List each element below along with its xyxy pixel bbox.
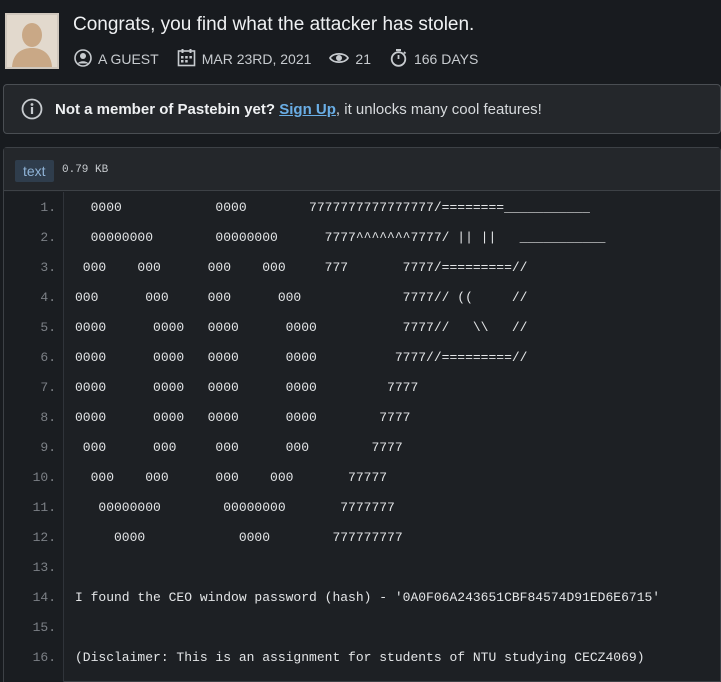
line-text: 0000 0000 0000 0000 7777// \\ // (75, 320, 528, 335)
notice-message: Not a member of Pastebin yet? Sign Up, i… (55, 101, 542, 118)
line-number: 13. (32, 560, 56, 575)
line-number: 2. (40, 230, 56, 245)
code-toolbar: text 0.79 KB (4, 148, 720, 191)
paste-size: 0.79 KB (62, 164, 109, 176)
signup-link[interactable]: Sign Up (279, 101, 336, 118)
code-line: 3. 000 000 000 000 777 7777/=========// (4, 253, 720, 283)
notice-rest: , it unlocks many cool features! (335, 101, 542, 118)
code-line: 1. 0000 0000 7777777777777777/========__… (4, 193, 720, 223)
line-number: 14. (32, 590, 56, 605)
user-avatar-icon (7, 15, 57, 67)
line-text: 000 000 000 000 77777 (75, 470, 388, 485)
code-viewer: text 0.79 KB 1. 0000 0000 77777777777777… (3, 147, 721, 682)
code-line: 10. 000 000 000 000 77777 (4, 463, 720, 493)
line-number: 15. (32, 620, 56, 635)
code-line: 13. (4, 553, 720, 583)
line-text: 0000 0000 7777777777777777/========_____… (75, 200, 590, 215)
code-line: 2. 00000000 00000000 7777^^^^^^^7777/ ||… (4, 223, 720, 253)
info-icon (21, 98, 43, 125)
code-line: 9. 000 000 000 000 7777 (4, 433, 720, 463)
paste-date: MAR 23RD, 2021 (201, 51, 312, 67)
code-line: 8. 0000 0000 0000 0000 7777 (4, 403, 720, 433)
notice-lead: Not a member of Pastebin yet? (55, 101, 276, 118)
line-text: 0000 0000 777777777 (75, 530, 403, 545)
line-text: 0000 0000 0000 0000 7777//=========// (75, 350, 528, 365)
line-number: 1. (40, 200, 56, 215)
paste-meta: A GUEST MAR 23RD, 2021 21 166 DAYS (74, 48, 496, 70)
code-line: 5. 0000 0000 0000 0000 7777// \\ // (4, 313, 720, 343)
paste-expiry: 166 DAYS (413, 51, 479, 67)
line-text: 000 000 000 000 777 7777/=========// (75, 260, 528, 275)
line-number: 11. (32, 500, 56, 515)
line-number: 16. (32, 650, 56, 665)
line-number: 4. (40, 290, 56, 305)
line-text: (Disclaimer: This is an assignment for s… (75, 650, 645, 665)
line-text: 000 000 000 000 7777// (( // (75, 290, 528, 305)
line-text: 000 000 000 000 7777 (75, 440, 403, 455)
line-text: I found the CEO window password (hash) -… (75, 590, 661, 605)
line-number: 8. (40, 410, 56, 425)
line-number: 5. (40, 320, 56, 335)
line-number: 3. (40, 260, 56, 275)
paste-views: 21 (355, 51, 371, 67)
code-line: 16. (Disclaimer: This is an assignment fo… (4, 643, 720, 673)
line-text: 0000 0000 0000 0000 7777 (75, 410, 411, 425)
timer-icon (389, 48, 408, 70)
code-line: 15. (4, 613, 720, 643)
line-text: 00000000 00000000 7777^^^^^^^7777/ || ||… (75, 230, 606, 245)
line-number: 7. (40, 380, 56, 395)
line-number: 10. (32, 470, 56, 485)
paste-author[interactable]: A GUEST (98, 51, 159, 67)
syntax-tag[interactable]: text (15, 160, 54, 182)
avatar[interactable] (5, 13, 59, 69)
code-line: 12. 0000 0000 777777777 (4, 523, 720, 553)
code-line: 7. 0000 0000 0000 0000 7777 (4, 373, 720, 403)
code-line: 11. 00000000 00000000 7777777 (4, 493, 720, 523)
line-number: 9. (40, 440, 56, 455)
code-line: 14. I found the CEO window password (hash… (4, 583, 720, 613)
line-text: 0000 0000 0000 0000 7777 (75, 380, 419, 395)
line-number: 6. (40, 350, 56, 365)
signup-notice: Not a member of Pastebin yet? Sign Up, i… (3, 84, 721, 134)
eye-icon (329, 51, 350, 68)
line-number: 12. (32, 530, 56, 545)
user-icon (74, 48, 92, 70)
paste-header: Congrats, you find what the attacker has… (0, 0, 721, 80)
code-line: 6. 0000 0000 0000 0000 7777//=========// (4, 343, 720, 373)
calendar-icon (177, 48, 196, 70)
line-text: 00000000 00000000 7777777 (75, 500, 395, 515)
paste-title: Congrats, you find what the attacker has… (73, 14, 475, 35)
code-line: 4. 000 000 000 000 7777// (( // (4, 283, 720, 313)
